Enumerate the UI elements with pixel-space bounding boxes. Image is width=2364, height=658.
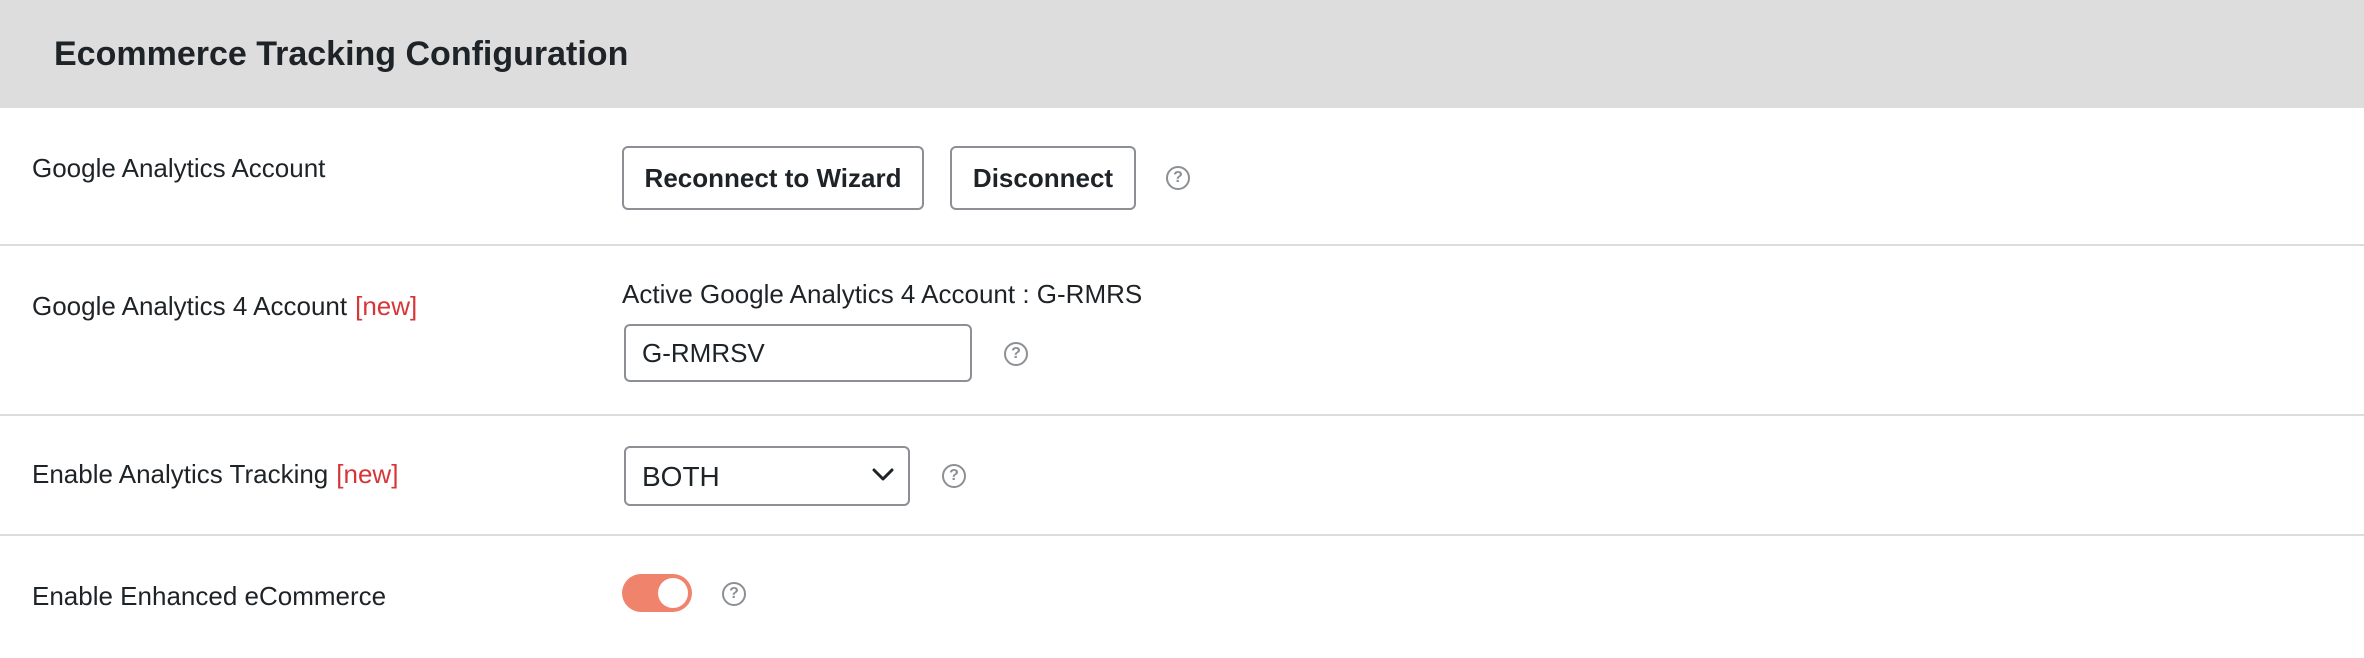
panel-header: Ecommerce Tracking Configuration [0, 0, 2364, 108]
help-icon[interactable]: ? [1004, 342, 1028, 366]
row-label: Google Analytics 4 Account [new] [32, 288, 417, 324]
ga4-measurement-id-input[interactable] [624, 324, 972, 382]
row-label: Enable Enhanced eCommerce [32, 578, 386, 614]
disconnect-button[interactable]: Disconnect [950, 146, 1136, 210]
row-enable-analytics-tracking: Enable Analytics Tracking [new] BOTH ? [0, 416, 2364, 536]
help-icon[interactable]: ? [722, 582, 746, 606]
label-text: Google Analytics Account [32, 153, 326, 183]
row-google-analytics-account: Google Analytics Account Reconnect to Wi… [0, 108, 2364, 246]
new-tag: [new] [336, 459, 399, 489]
label-text: Enable Enhanced eCommerce [32, 581, 387, 611]
row-label: Enable Analytics Tracking [new] [32, 456, 398, 492]
row-label: Google Analytics Account [32, 150, 325, 186]
page-title: Ecommerce Tracking Configuration [54, 35, 629, 73]
row-enable-enhanced-ecommerce: Enable Enhanced eCommerce ? [0, 536, 2364, 658]
select-value: BOTH [642, 461, 720, 492]
enhanced-ecommerce-toggle[interactable] [622, 574, 692, 612]
row-ga4-account: Google Analytics 4 Account [new] Active G… [0, 246, 2364, 416]
tracking-mode-select[interactable]: BOTH [624, 446, 910, 506]
toggle-knob [658, 578, 688, 608]
help-icon[interactable]: ? [942, 464, 966, 488]
active-account-text: Active Google Analytics 4 Account : G-RM… [622, 279, 1143, 309]
reconnect-wizard-button[interactable]: Reconnect to Wizard [622, 146, 924, 210]
chevron-down-icon [872, 468, 894, 481]
help-icon[interactable]: ? [1166, 166, 1190, 190]
label-text: Google Analytics 4 Account [32, 291, 348, 321]
new-tag: [new] [355, 291, 418, 321]
ecommerce-tracking-panel: Ecommerce Tracking Configuration Google … [0, 0, 2364, 658]
label-text: Enable Analytics Tracking [32, 459, 329, 489]
